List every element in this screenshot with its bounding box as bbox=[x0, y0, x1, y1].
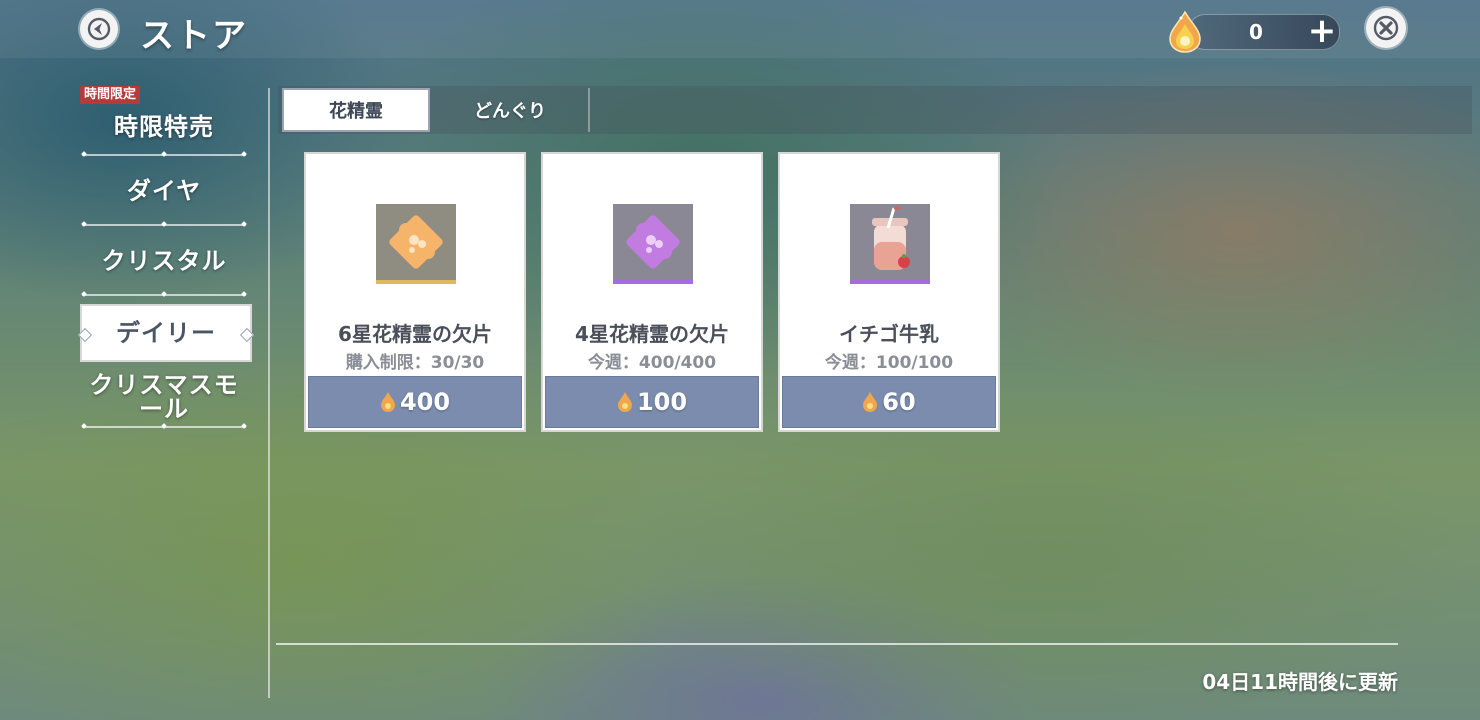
flame-drop-currency-icon bbox=[863, 392, 878, 412]
purple-puzzle-piece-icon bbox=[626, 215, 680, 269]
product-card[interactable]: 4星花精霊の欠片 今週：400/400 100 bbox=[541, 152, 763, 432]
product-name: イチゴ牛乳 bbox=[839, 322, 939, 346]
price-value: 60 bbox=[882, 388, 916, 416]
buy-button[interactable]: 60 bbox=[782, 376, 996, 428]
sidebar-divider bbox=[82, 291, 246, 297]
close-icon bbox=[1373, 15, 1399, 41]
sidebar-divider bbox=[82, 423, 246, 429]
sidebar-separator bbox=[268, 88, 270, 698]
product-card[interactable]: 6星花精霊の欠片 購入制限：30/30 400 bbox=[304, 152, 526, 432]
product-name: 6星花精霊の欠片 bbox=[338, 322, 492, 346]
add-currency-button[interactable]: + bbox=[1306, 14, 1338, 48]
back-button[interactable] bbox=[80, 10, 118, 48]
sidebar-item-christmas-mall[interactable]: クリスマスモ ール bbox=[80, 366, 248, 429]
back-arrow-icon bbox=[87, 17, 111, 41]
product-image bbox=[376, 204, 456, 284]
refresh-countdown: 04日11時間後に更新 bbox=[1202, 670, 1398, 694]
purchase-limit: 今週：400/400 bbox=[587, 353, 717, 373]
price-value: 400 bbox=[399, 388, 451, 416]
sidebar-item-daily[interactable]: デイリー bbox=[80, 304, 252, 362]
buy-button[interactable]: 400 bbox=[308, 376, 522, 428]
sidebar-item-label: デイリー bbox=[116, 319, 216, 347]
tab-divider bbox=[588, 88, 590, 132]
tab-acorn[interactable]: どんぐり bbox=[436, 88, 584, 132]
sidebar-item-label: クリスタル bbox=[101, 247, 227, 275]
product-image bbox=[613, 204, 693, 284]
category-sidebar: 時間限定 時限特売 ダイヤ クリスタル デイリー クリスマスモ ール bbox=[80, 86, 252, 429]
purchase-limit: 購入制限：30/30 bbox=[345, 353, 485, 373]
flame-drop-currency-icon bbox=[380, 392, 395, 412]
product-image bbox=[850, 204, 930, 284]
currency-value: 0 bbox=[1249, 20, 1263, 44]
product-name: 4星花精霊の欠片 bbox=[575, 322, 729, 346]
rarity-bar bbox=[613, 280, 693, 284]
rarity-bar bbox=[850, 280, 930, 284]
product-card[interactable]: イチゴ牛乳 今週：100/100 60 bbox=[778, 152, 1000, 432]
sidebar-item-time-limited-sale[interactable]: 時間限定 時限特売 bbox=[80, 86, 248, 157]
time-limited-badge: 時間限定 bbox=[80, 86, 141, 104]
tab-bar: 花精霊 どんぐり bbox=[278, 86, 1472, 134]
close-button[interactable] bbox=[1366, 8, 1406, 48]
footer-divider bbox=[276, 643, 1398, 645]
sidebar-item-diamond[interactable]: ダイヤ bbox=[80, 156, 248, 227]
sidebar-item-label: ダイヤ bbox=[126, 177, 202, 205]
flame-drop-currency-icon bbox=[617, 392, 632, 412]
purchase-limit: 今週：100/100 bbox=[824, 353, 954, 373]
tab-flower-spirit[interactable]: 花精霊 bbox=[282, 88, 430, 132]
price-value: 100 bbox=[636, 388, 688, 416]
flame-drop-currency-icon bbox=[1169, 10, 1201, 53]
strawberry-milk-jar-icon bbox=[872, 206, 910, 270]
buy-button[interactable]: 100 bbox=[545, 376, 759, 428]
sidebar-item-label: クリスマスモ ール bbox=[89, 371, 239, 423]
plus-icon: + bbox=[1307, 11, 1337, 51]
page-title: ストア bbox=[140, 16, 248, 56]
rarity-bar bbox=[376, 280, 456, 284]
orange-puzzle-piece-icon bbox=[389, 215, 443, 269]
sidebar-item-label: 時限特売 bbox=[114, 113, 214, 141]
sidebar-item-crystal[interactable]: クリスタル bbox=[80, 226, 248, 297]
